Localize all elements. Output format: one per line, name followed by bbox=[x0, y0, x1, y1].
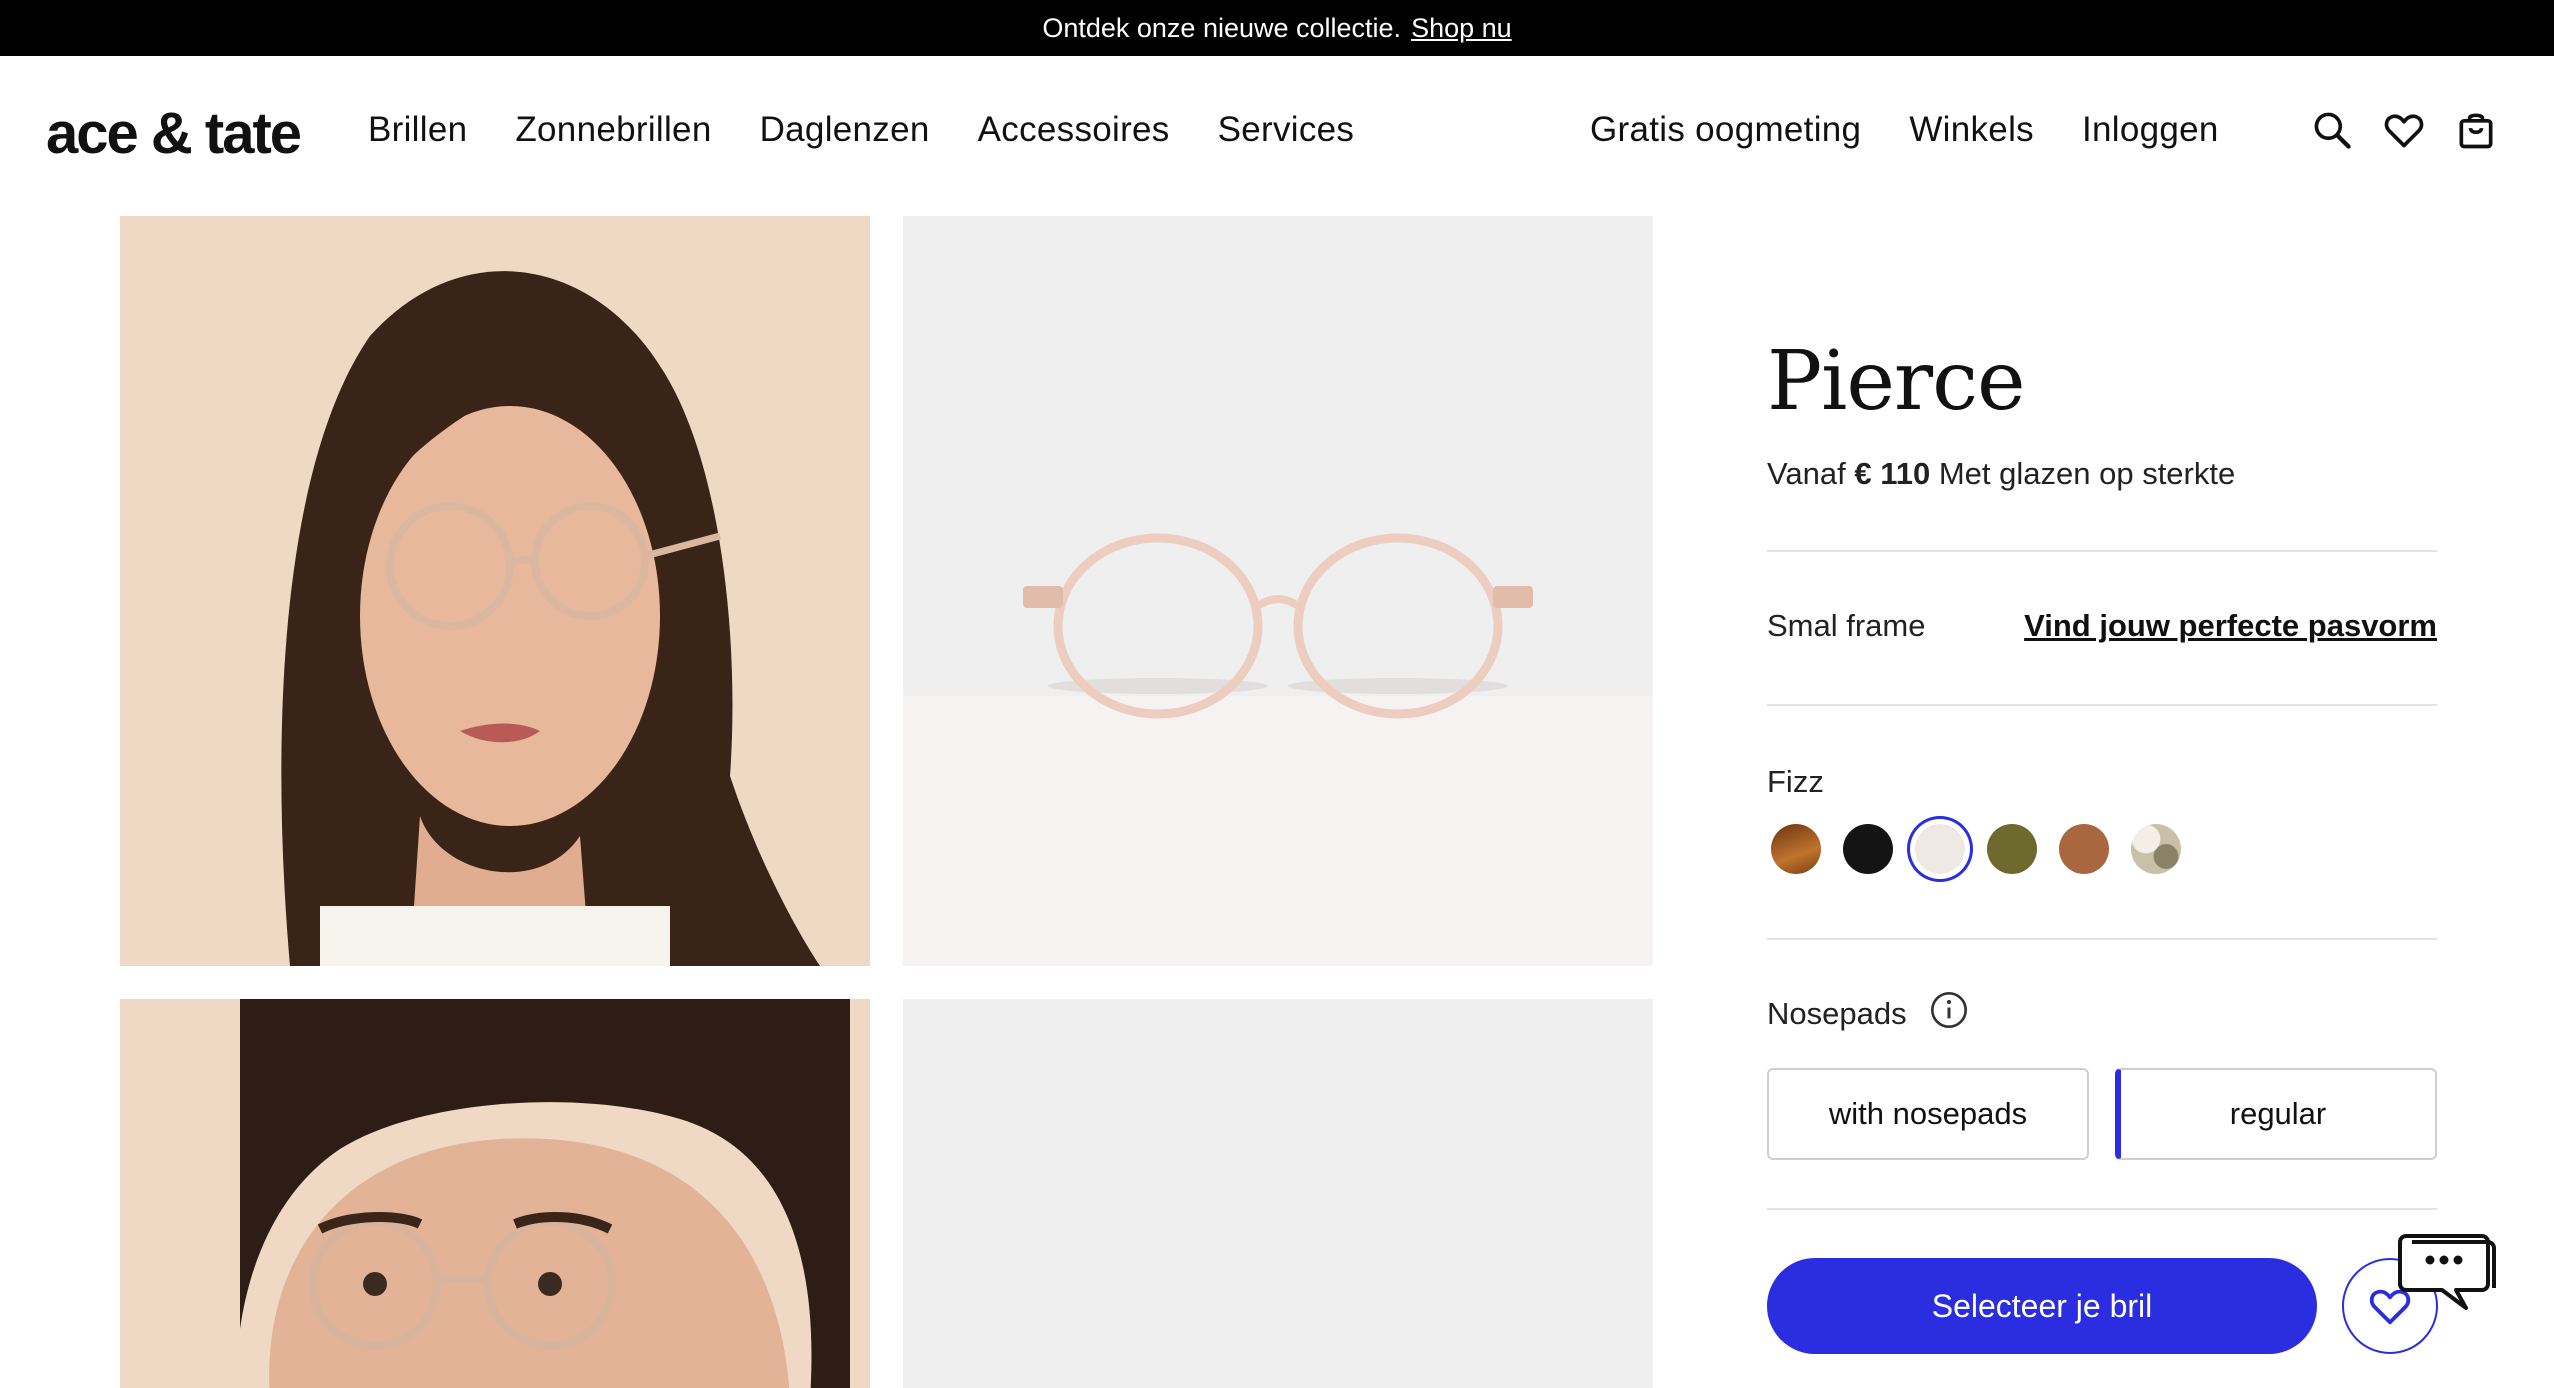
info-icon[interactable] bbox=[1929, 990, 1969, 1030]
price-value: € 110 bbox=[1854, 456, 1931, 491]
select-glasses-button[interactable]: Selecteer je bril bbox=[1767, 1258, 2317, 1354]
secondary-nav: Gratis oogmeting Winkels Inloggen bbox=[1590, 110, 2219, 150]
model-photo-man[interactable] bbox=[120, 999, 870, 1388]
nav-item-login[interactable]: Inloggen bbox=[2082, 110, 2219, 150]
heart-icon[interactable] bbox=[2382, 108, 2426, 152]
shop-now-link[interactable]: Shop nu bbox=[1411, 13, 1512, 44]
divider bbox=[1767, 938, 2437, 940]
nav-item-services[interactable]: Services bbox=[1218, 110, 1355, 150]
model-portrait-illustration-2 bbox=[120, 999, 870, 1388]
color-swatch-olive[interactable] bbox=[1987, 824, 2037, 874]
fit-finder-link[interactable]: Vind jouw perfecte pasvorm bbox=[2024, 608, 2437, 644]
color-swatch-fizz[interactable] bbox=[1915, 824, 1965, 874]
site-header: ace & tate Brillen Zonnebrillen Daglenze… bbox=[0, 56, 2554, 212]
nav-item-daglenzen[interactable]: Daglenzen bbox=[760, 110, 930, 150]
search-icon[interactable] bbox=[2310, 108, 2354, 152]
nosepads-option-with[interactable]: with nosepads bbox=[1767, 1068, 2089, 1160]
nav-item-zonnebrillen[interactable]: Zonnebrillen bbox=[515, 110, 711, 150]
fit-label: Smal frame bbox=[1767, 608, 1926, 643]
nav-item-stores[interactable]: Winkels bbox=[1909, 110, 2034, 150]
product-photo-front[interactable] bbox=[903, 216, 1653, 966]
product-photo-side[interactable] bbox=[903, 999, 1653, 1388]
price-prefix: Vanaf bbox=[1767, 456, 1846, 491]
model-photo-woman[interactable] bbox=[120, 216, 870, 966]
nav-item-brillen[interactable]: Brillen bbox=[368, 110, 467, 150]
divider bbox=[1767, 704, 2437, 706]
nav-item-accessoires[interactable]: Accessoires bbox=[978, 110, 1170, 150]
product-gallery bbox=[120, 216, 1656, 1388]
color-swatch-tortoise-brown[interactable] bbox=[1771, 824, 1821, 874]
announcement-bar: Ontdek onze nieuwe collectie. Shop nu bbox=[0, 0, 2554, 56]
announcement-text: Ontdek onze nieuwe collectie. bbox=[1042, 12, 1402, 43]
product-title: Pierce bbox=[1767, 334, 2026, 429]
nav-item-eye-test[interactable]: Gratis oogmeting bbox=[1590, 110, 1861, 150]
color-swatches bbox=[1771, 824, 2181, 874]
header-icons bbox=[2310, 108, 2498, 152]
color-swatch-cognac[interactable] bbox=[2059, 824, 2109, 874]
color-swatch-camo[interactable] bbox=[2131, 824, 2181, 874]
nosepads-label: Nosepads bbox=[1767, 996, 1907, 1031]
nosepads-option-regular[interactable]: regular bbox=[2115, 1068, 2437, 1160]
brand-logo[interactable]: ace & tate bbox=[46, 100, 302, 167]
color-swatch-black[interactable] bbox=[1843, 824, 1893, 874]
divider bbox=[1767, 1208, 2437, 1210]
glasses-front-illustration bbox=[903, 216, 1653, 966]
product-side-placeholder bbox=[903, 999, 1653, 1388]
product-price: Vanaf € 110 Met glazen op sterkte bbox=[1767, 456, 2235, 492]
color-name: Fizz bbox=[1767, 764, 1824, 799]
chat-icon[interactable] bbox=[2398, 1226, 2496, 1316]
main-nav: Brillen Zonnebrillen Daglenzen Accessoir… bbox=[368, 110, 1354, 150]
divider bbox=[1767, 550, 2437, 552]
model-portrait-illustration bbox=[120, 216, 870, 966]
price-suffix: Met glazen op sterkte bbox=[1938, 456, 2236, 491]
bag-icon[interactable] bbox=[2454, 108, 2498, 152]
